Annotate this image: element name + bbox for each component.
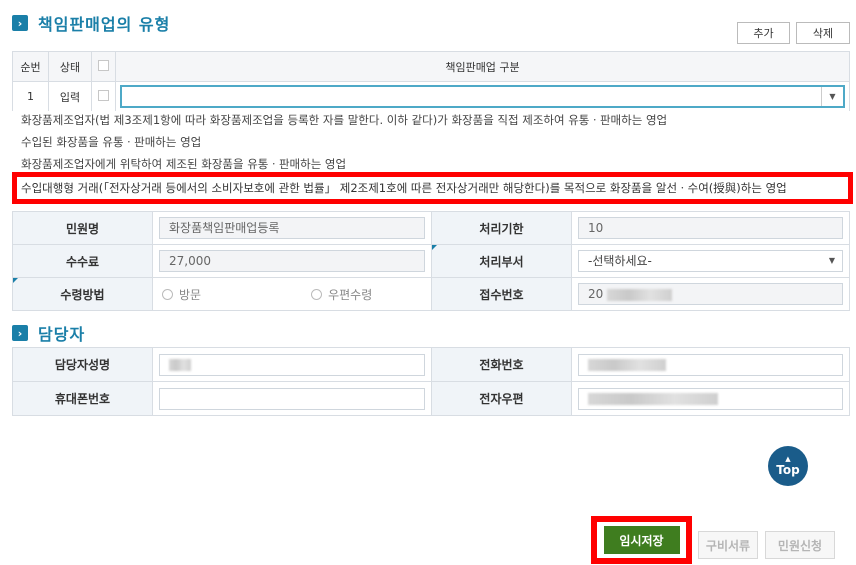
chevron-right-icon: › — [12, 325, 28, 341]
radio-mail[interactable] — [311, 288, 323, 300]
col-header-seq: 순번 — [12, 51, 49, 82]
chevron-down-icon[interactable]: ▼ — [822, 251, 842, 271]
dept-select[interactable]: -선택하세요- ▼ — [578, 250, 843, 272]
receipt-field: 20 — [578, 283, 843, 305]
temp-save-highlight: 임시저장 — [591, 516, 692, 564]
redacted-text — [588, 393, 718, 405]
table-row: 1 입력 ▼ — [12, 81, 850, 112]
dept-cell: -선택하세요- ▼ — [571, 244, 850, 278]
section-title-contact: › 담당자 — [12, 321, 85, 345]
radio-visit-label[interactable]: 방문 — [179, 286, 201, 303]
col-header-status: 상태 — [48, 51, 92, 82]
scroll-top-button[interactable]: ▲ Top — [768, 446, 808, 486]
receipt-value: 20 — [588, 287, 604, 301]
phone-input[interactable] — [578, 353, 843, 376]
mobile-cell — [152, 381, 432, 416]
section-title-sales-type: › 책임판매업의 유형 — [12, 11, 170, 35]
deadline-label: 처리기한 — [431, 211, 572, 245]
table-header-row: 순번 상태 책임판매업 구분 — [12, 51, 850, 82]
row-checkbox-cell[interactable] — [91, 81, 116, 112]
delete-button[interactable]: 삭제 — [796, 22, 850, 44]
chevron-right-icon: › — [12, 15, 28, 31]
required-marker-icon — [13, 278, 18, 283]
dept-label: 처리부서 — [479, 254, 524, 269]
scroll-top-label: Top — [776, 463, 800, 477]
phone-cell — [571, 347, 850, 382]
dept-select-value: -선택하세요- — [588, 254, 652, 268]
chevron-down-icon[interactable]: ▼ — [821, 87, 843, 106]
receive-label: 수령방법 — [60, 287, 105, 302]
required-marker-icon — [432, 245, 437, 250]
select-all-checkbox[interactable] — [98, 59, 109, 71]
contact-name-label: 담당자성명 — [12, 347, 153, 382]
mobile-label: 휴대폰번호 — [12, 381, 153, 416]
receive-options-cell: 방문 우편수령 — [152, 277, 432, 311]
deadline-field: 10 — [578, 217, 843, 239]
contact-name-input[interactable] — [159, 353, 425, 376]
fee-field: 27,000 — [159, 250, 425, 272]
email-label: 전자우편 — [431, 381, 572, 416]
email-input[interactable] — [578, 387, 843, 410]
petition-name-field: 화장품책임판매업등록 — [159, 217, 425, 239]
apply-button[interactable]: 민원신청 — [765, 531, 835, 559]
sales-type-dropdown: 화장품제조업자(법 제3조제1항에 따라 화장품제조업을 등록한 자를 말한다.… — [12, 111, 853, 209]
dropdown-option[interactable]: 수입된 화장품을 유통ㆍ판매하는 영업 — [12, 133, 850, 155]
sales-type-select[interactable]: ▼ — [120, 85, 845, 108]
info-row: 민원명 화장품책임판매업등록 처리기한 10 — [12, 211, 850, 245]
receive-radio-group: 방문 우편수령 — [153, 286, 431, 303]
receipt-label: 접수번호 — [431, 277, 572, 311]
info-row: 수령방법 방문 우편수령 접수번호 20 — [12, 277, 850, 311]
petition-info-table: 민원명 화장품책임판매업등록 처리기한 10 수수료 27,000 처리부서 -… — [12, 211, 850, 311]
redacted-text — [588, 359, 666, 371]
receipt-cell: 20 — [571, 277, 850, 311]
add-button[interactable]: 추가 — [737, 22, 790, 44]
receive-label-cell: 수령방법 — [12, 277, 153, 311]
col-header-select-all[interactable] — [91, 51, 116, 82]
temp-save-button[interactable]: 임시저장 — [603, 526, 680, 554]
email-cell — [571, 381, 850, 416]
dropdown-option-highlighted[interactable]: 수입대행형 거래(「전자상거래 등에서의 소비자보호에 관한 법률」 제2조제1… — [12, 172, 853, 204]
row-type-cell: ▼ — [115, 81, 850, 112]
mobile-input[interactable] — [159, 387, 425, 410]
deadline-cell: 10 — [571, 211, 850, 245]
row-checkbox[interactable] — [98, 89, 109, 101]
row-seq: 1 — [12, 81, 49, 112]
fee-cell: 27,000 — [152, 244, 432, 278]
documents-button[interactable]: 구비서류 — [698, 531, 758, 559]
row-status: 입력 — [48, 81, 92, 112]
dropdown-option[interactable]: 화장품제조업자(법 제3조제1항에 따라 화장품제조업을 등록한 자를 말한다.… — [12, 111, 850, 133]
redacted-text — [169, 359, 191, 371]
fee-label: 수수료 — [12, 244, 153, 278]
section-title-label: 담당자 — [38, 325, 86, 344]
info-row: 수수료 27,000 처리부서 -선택하세요- ▼ — [12, 244, 850, 278]
radio-visit[interactable] — [162, 288, 173, 300]
redacted-text — [607, 288, 673, 301]
radio-mail-label[interactable]: 우편수령 — [328, 286, 372, 303]
contact-row: 휴대폰번호 전자우편 — [12, 381, 850, 416]
petition-name-label: 민원명 — [12, 211, 153, 245]
contact-table: 담당자성명 전화번호 휴대폰번호 전자우편 — [12, 347, 850, 416]
contact-row: 담당자성명 전화번호 — [12, 347, 850, 382]
phone-label: 전화번호 — [431, 347, 572, 382]
petition-name-cell: 화장품책임판매업등록 — [152, 211, 432, 245]
arrow-up-icon: ▲ — [785, 455, 791, 463]
dept-label-cell: 처리부서 — [431, 244, 572, 278]
sales-type-table: 순번 상태 책임판매업 구분 1 입력 ▼ — [12, 51, 850, 112]
col-header-type: 책임판매업 구분 — [115, 51, 850, 82]
section-title-label: 책임판매업의 유형 — [38, 15, 171, 34]
contact-name-cell — [152, 347, 432, 382]
